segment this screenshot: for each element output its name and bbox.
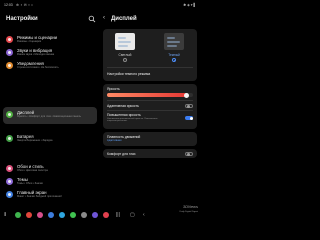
dark-mode-preview[interactable] bbox=[164, 33, 184, 50]
extra-brightness-sub: Увеличение максимальной яркости. Повышен… bbox=[107, 117, 158, 123]
settings-item-battery[interactable]: Батарея Энергосбережение • Зарядка bbox=[3, 131, 97, 149]
nav-back-icon[interactable]: ‹ bbox=[143, 212, 145, 218]
settings-item-sub: Макет • Значки бейджей приложений bbox=[17, 194, 62, 198]
app-chrome-icon[interactable] bbox=[26, 212, 32, 218]
status-time: 12:03 bbox=[4, 2, 13, 7]
brightness-label: Яркость bbox=[107, 87, 120, 91]
nav-recents-icon[interactable]: ||| bbox=[116, 212, 120, 218]
themes-icon bbox=[6, 178, 13, 185]
eye-comfort-card: Комфорт для глаз bbox=[103, 149, 197, 158]
preview-bar bbox=[167, 37, 175, 39]
modes-icon bbox=[6, 36, 13, 43]
wallpaper-icon bbox=[6, 165, 13, 172]
preview-bar bbox=[118, 45, 128, 47]
battery-icon bbox=[6, 135, 13, 142]
display-title: Дисплей bbox=[111, 16, 137, 22]
preview-bar bbox=[118, 37, 126, 39]
preview-bar bbox=[118, 41, 131, 43]
settings-item-home-screen[interactable]: Главный экран Макет • Значки бейджей при… bbox=[3, 187, 97, 205]
settings-title: Настройки bbox=[6, 16, 38, 22]
watermark-logo: 3DNews Daily Digital Digest bbox=[179, 204, 198, 214]
display-icon bbox=[6, 111, 13, 118]
theme-mode-card: Светлый Темный Настройки темного режима bbox=[103, 29, 197, 81]
settings-item-sub: Энергосбережение • Зарядка bbox=[17, 138, 53, 142]
toggle-knob bbox=[186, 104, 190, 108]
notification-icon bbox=[6, 62, 13, 69]
settings-item-sub: Режим звука • Мелодия звонка bbox=[17, 52, 55, 56]
preview-bar bbox=[167, 41, 180, 43]
app-messages-icon[interactable] bbox=[48, 212, 54, 218]
motion-smoothness-value: Адаптивная bbox=[107, 139, 122, 142]
brightness-slider[interactable] bbox=[107, 92, 193, 98]
eye-comfort-toggle[interactable] bbox=[185, 151, 193, 156]
extra-brightness-toggle[interactable] bbox=[185, 116, 193, 120]
light-mode-preview[interactable] bbox=[115, 33, 135, 50]
status-system-icons: ✱ ◈ ▾ ▌ bbox=[183, 2, 196, 7]
extra-brightness-label: Повышенная яркость bbox=[107, 113, 141, 117]
home-screen-icon bbox=[6, 191, 13, 198]
back-icon[interactable]: ‹ bbox=[103, 15, 105, 21]
light-mode-label: Светлый bbox=[118, 53, 132, 57]
settings-pane: Настройки Режимы и сценарии Режимы • Сце… bbox=[0, 9, 100, 209]
recent-apps-icon[interactable]: ⦀ bbox=[4, 212, 6, 218]
settings-item-sub: Яркость • Комфорт для глаз • Навигационн… bbox=[17, 114, 82, 118]
display-pane: ‹ Дисплей Светлый Темный Настройки темно… bbox=[100, 9, 200, 209]
settings-item-sub: Строка состояния • Не беспокоить bbox=[17, 65, 59, 69]
dark-mode-radio[interactable] bbox=[172, 58, 176, 62]
light-mode-radio[interactable] bbox=[123, 58, 127, 62]
settings-item-sub: Обои • Цветовая палитра bbox=[17, 168, 48, 172]
app-whatsapp-icon[interactable] bbox=[70, 212, 76, 218]
app-camera-icon[interactable] bbox=[103, 212, 109, 218]
brightness-card: Яркость Адаптивная яркость Повышенная яр… bbox=[103, 84, 197, 129]
settings-item-sub: Режимы • Сценарии bbox=[17, 39, 42, 43]
status-bar: 12:03 ⊕ ▪ ✉ ▪ • ✱ ◈ ▾ ▌ bbox=[0, 0, 200, 9]
toggle-knob bbox=[189, 116, 193, 120]
settings-item-notifications[interactable]: Уведомления Строка состояния • Не беспок… bbox=[3, 58, 97, 76]
sound-icon bbox=[6, 49, 13, 56]
app-phone-icon[interactable] bbox=[15, 212, 21, 218]
divider bbox=[107, 100, 193, 101]
preview-bar bbox=[167, 45, 177, 47]
brightness-fill bbox=[107, 93, 187, 97]
toggle-knob bbox=[186, 152, 190, 156]
settings-item-display[interactable]: Дисплей Яркость • Комфорт для глаз • Нав… bbox=[3, 107, 97, 124]
app-telegram-icon[interactable] bbox=[59, 212, 65, 218]
app-gallery-icon[interactable] bbox=[37, 212, 43, 218]
settings-item-sub: Темы • Обои • Значки bbox=[17, 181, 43, 185]
nav-home-icon[interactable]: ▢ bbox=[130, 212, 135, 218]
dark-mode-settings-link[interactable]: Настройки темного режима bbox=[107, 72, 150, 76]
eye-comfort-label: Комфорт для глаз bbox=[107, 151, 136, 156]
app-store-icon[interactable] bbox=[92, 212, 98, 218]
brightness-knob[interactable] bbox=[184, 92, 190, 98]
adaptive-brightness-toggle[interactable] bbox=[185, 103, 193, 108]
search-icon[interactable] bbox=[88, 15, 96, 23]
adaptive-brightness-label: Адаптивная яркость bbox=[107, 103, 139, 108]
divider bbox=[107, 110, 193, 111]
dark-mode-label: Темный bbox=[168, 53, 180, 57]
divider bbox=[107, 67, 193, 68]
motion-smoothness-card[interactable]: Плавность движений Адаптивная bbox=[103, 132, 197, 146]
taskbar-dock: ⦀ ||| ▢ ‹ bbox=[0, 209, 200, 222]
app-settings-icon[interactable] bbox=[81, 212, 87, 218]
status-notification-icons: ⊕ ▪ ✉ ▪ • bbox=[16, 2, 34, 7]
